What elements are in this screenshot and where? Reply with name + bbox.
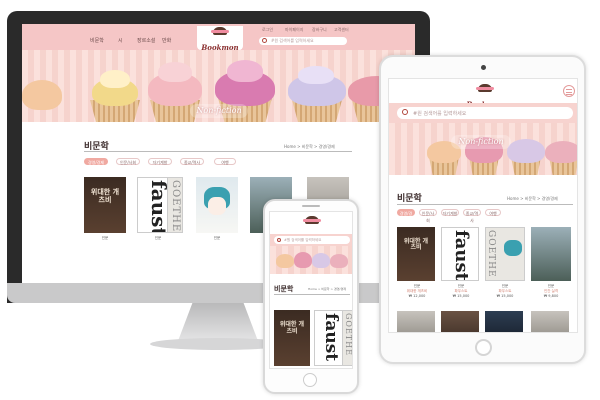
chip-economy[interactable]: 경영/경제 [397,209,415,223]
section-divider [274,294,350,295]
phone-search-input[interactable]: #원 검색어를 입력하세요 [274,236,350,244]
phone-banner [270,246,352,274]
book-title: GOETHE [344,313,353,356]
book-meta: 인문 인간 실격 ₩ 9,800 [531,284,571,298]
breadcrumb-home[interactable]: Home [308,287,317,291]
util-login[interactable]: 로그인 [262,27,273,33]
util-mypage[interactable]: 마이페이지 [285,27,303,33]
breadcrumb-current[interactable]: 경영/경제 [319,144,335,149]
banner-title: Non-fiction [451,135,511,149]
chip-selfhelp[interactable]: 자기계발 [148,158,172,165]
desktop-banner: Non-fiction [22,50,415,122]
breadcrumb-home[interactable]: Home [507,196,519,201]
util-support[interactable]: 고객센터 [334,27,349,33]
hamburger-menu-icon[interactable] [563,85,575,97]
book-cover[interactable]: faust [441,227,479,281]
breadcrumb-home[interactable]: Home [284,144,296,149]
phone-home-button[interactable] [303,373,317,387]
search-icon [277,237,281,242]
breadcrumb: Home > 비문학 > 경영/경제 [507,196,558,201]
tablet-screen: Bookmon #원 검색어를 입력하세요 Non-fiction 비문학 Ho… [388,78,578,333]
book-title: faust [321,313,341,362]
book-title: 위대한 개츠비 [90,188,120,204]
tablet-search-input[interactable]: #원 검색어를 입력하세요 [397,107,573,119]
book-title: GOETHE [170,180,181,233]
chip-humanities[interactable]: 인문/사회 [116,158,140,165]
book-title: 위대한 개츠비 [403,237,429,252]
book-cover[interactable] [531,227,571,281]
book-cover[interactable] [485,311,523,332]
nav-menu-poetry[interactable]: 시 [118,37,123,44]
book-meta: 인문 [101,236,109,240]
book-cover[interactable]: GOETHE [167,177,183,233]
nav-menu-comics[interactable]: 만화 [162,37,171,44]
book-cover[interactable] [441,311,479,332]
book-cover[interactable]: 위대한 개츠비 [274,310,310,366]
book-cover[interactable]: GOETHE [485,227,525,281]
book-price: ₩ 15,000 [452,294,470,298]
section-divider [397,204,573,205]
book-meta: 인문 위대한 개츠비 ₩ 12,000 [397,284,437,298]
book-title: GOETHE [486,230,496,278]
tablet-banner: Non-fiction [389,123,577,175]
breadcrumb: Home > 비문학 > 경영/경제 [308,287,347,291]
book-title: 위대한 개츠비 [279,321,305,335]
book-price: ₩ 9,800 [543,294,559,298]
book-price: ₩ 15,000 [496,294,514,298]
search-icon [402,109,408,115]
chip-humanities[interactable]: 인문/사회 [419,209,437,223]
chip-selfhelp[interactable]: 자기계발 [441,209,459,216]
search-placeholder: #원 검색어를 입력하세요 [284,238,322,242]
chip-history[interactable]: 종교/역사 [180,158,204,165]
cupcake-logo-icon [211,27,229,35]
section-title: 비문학 [274,285,294,293]
breadcrumb-current[interactable]: 경영/경제 [334,287,346,291]
site-logo[interactable]: Bookmon [197,26,243,52]
util-cart[interactable]: 장바구니 [312,27,327,33]
book-meta: 인문 [154,236,162,240]
chip-history[interactable]: 종교/역사 [463,209,481,223]
desktop-search-input[interactable]: #원 검색어를 입력하세요 [259,37,347,45]
banner-title: Non-fiction [190,104,248,118]
monitor-chin [7,283,430,303]
breadcrumb: Home > 비문학 > 경영/경제 [284,144,335,149]
search-placeholder: #원 검색어를 입력하세요 [271,38,314,43]
tablet-home-button[interactable] [475,339,492,356]
tablet-camera [481,65,486,70]
section-divider [84,151,352,152]
book-cover[interactable]: 위대한 개츠비 [84,177,126,233]
breadcrumb-category[interactable]: 비문학 [302,144,313,149]
phone-speaker [302,205,320,207]
chip-travel[interactable]: 여행 [485,209,501,216]
book-cover[interactable] [397,311,435,332]
book-meta: 인문 파우스트 ₩ 15,000 [441,284,481,298]
breadcrumb-category[interactable]: 비문학 [321,287,329,291]
book-meta: 인문 [213,236,221,240]
book-price: ₩ 12,000 [408,294,426,298]
monitor-stand [178,303,258,341]
book-cover[interactable] [531,311,569,332]
phone-screen: Bookmon #원 검색어를 입력하세요 비문학 Home > 비문학 > 경… [269,211,353,369]
section-title: 비문학 [397,194,422,204]
book-cover[interactable]: GOETHE [342,310,353,366]
chip-economy[interactable]: 경영/경제 [84,158,108,165]
cupcake-logo-icon [476,84,494,92]
breadcrumb-current[interactable]: 경영/경제 [542,196,558,201]
nav-menu-nonfiction[interactable]: 비문학 [90,37,104,44]
cupcake-logo-icon [303,216,321,224]
search-placeholder: #원 검색어를 입력하세요 [413,111,467,117]
breadcrumb-category[interactable]: 비문학 [525,196,536,201]
search-icon [262,38,267,43]
book-cover[interactable] [196,177,238,233]
book-cover[interactable]: 위대한 개츠비 [397,227,435,281]
nav-menu-genre[interactable]: 장르소설 [137,37,155,44]
book-meta: 인문 파우스트 ₩ 15,000 [485,284,525,298]
chip-travel[interactable]: 여행 [214,158,236,165]
book-title: faust [451,230,472,281]
